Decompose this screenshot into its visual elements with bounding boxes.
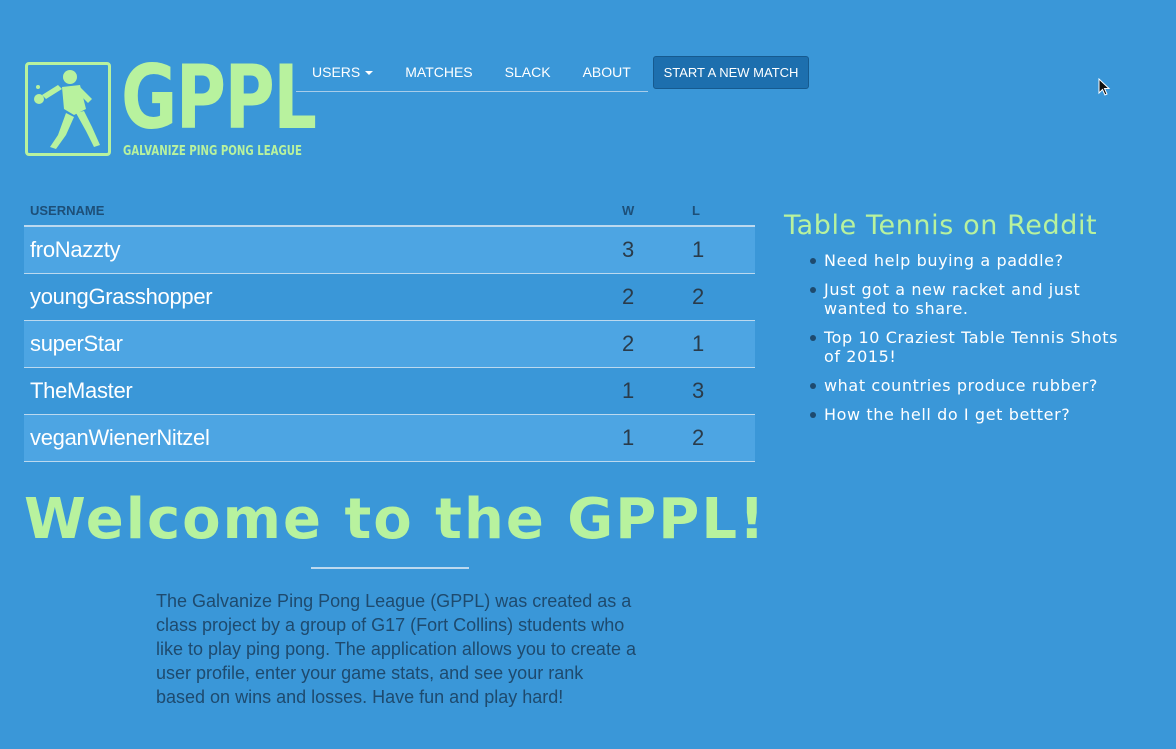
row-losses: 1 bbox=[692, 331, 705, 356]
leaderboard-table: USERNAME W L froNazzty 3 1 youngGrasshop… bbox=[24, 195, 755, 462]
row-username[interactable]: TheMaster bbox=[24, 378, 622, 404]
header-losses[interactable]: L bbox=[692, 203, 752, 218]
nav-divider bbox=[296, 91, 648, 92]
table-row[interactable]: veganWienerNitzel 1 2 bbox=[24, 415, 755, 462]
nav-slack-label: SLACK bbox=[504, 64, 551, 80]
reddit-list: Need help buying a paddle? Just got a ne… bbox=[784, 251, 1164, 424]
nav-matches-label: MATCHES bbox=[405, 64, 473, 80]
logo-title: GPPL bbox=[121, 46, 317, 149]
reddit-link[interactable]: what countries produce rubber? bbox=[810, 376, 1124, 395]
reddit-link[interactable]: Need help buying a paddle? bbox=[810, 251, 1124, 270]
reddit-link[interactable]: How the hell do I get better? bbox=[810, 405, 1124, 424]
nav-about[interactable]: ABOUT bbox=[567, 54, 647, 90]
page: GPPL GALVANIZE PING PONG LEAGUE USERS MA… bbox=[0, 0, 1176, 749]
nav-matches[interactable]: MATCHES bbox=[389, 54, 488, 90]
row-losses: 1 bbox=[692, 237, 705, 262]
nav-slack[interactable]: SLACK bbox=[489, 54, 567, 90]
ping-pong-player-icon bbox=[25, 62, 111, 156]
nav-users-label: USERS bbox=[312, 64, 361, 80]
start-new-match-button[interactable]: START A NEW MATCH bbox=[653, 56, 809, 89]
mouse-cursor-icon bbox=[1098, 77, 1112, 103]
row-wins: 1 bbox=[622, 425, 635, 450]
row-username[interactable]: froNazzty bbox=[24, 237, 622, 263]
table-row[interactable]: youngGrasshopper 2 2 bbox=[24, 274, 755, 321]
table-row[interactable]: froNazzty 3 1 bbox=[24, 227, 755, 274]
table-header: USERNAME W L bbox=[24, 195, 755, 227]
row-username[interactable]: youngGrasshopper bbox=[24, 284, 622, 310]
reddit-title: Table Tennis on Reddit bbox=[784, 210, 1098, 241]
row-wins: 2 bbox=[622, 331, 635, 356]
header-username[interactable]: USERNAME bbox=[24, 203, 622, 218]
intro-paragraph: The Galvanize Ping Pong League (GPPL) wa… bbox=[156, 591, 636, 707]
logo-subtitle: GALVANIZE PING PONG LEAGUE bbox=[123, 144, 302, 159]
row-losses: 3 bbox=[692, 378, 705, 403]
reddit-panel: Table Tennis on Reddit Need help buying … bbox=[784, 210, 1164, 434]
welcome-heading: Welcome to the GPPL! bbox=[24, 487, 767, 552]
row-wins: 3 bbox=[622, 237, 635, 262]
nav-users-dropdown[interactable]: USERS bbox=[296, 54, 389, 90]
main-nav: USERS MATCHES SLACK ABOUT bbox=[296, 52, 647, 92]
welcome-divider bbox=[311, 567, 469, 569]
header-wins[interactable]: W bbox=[622, 203, 692, 218]
row-wins: 1 bbox=[622, 378, 635, 403]
row-username[interactable]: superStar bbox=[24, 331, 622, 357]
row-username[interactable]: veganWienerNitzel bbox=[24, 425, 622, 451]
table-body: froNazzty 3 1 youngGrasshopper 2 2 super… bbox=[24, 227, 755, 462]
logo[interactable]: GPPL GALVANIZE PING PONG LEAGUE bbox=[25, 54, 317, 162]
reddit-link[interactable]: Just got a new racket and just wanted to… bbox=[810, 280, 1124, 318]
row-losses: 2 bbox=[692, 425, 705, 450]
table-row[interactable]: TheMaster 1 3 bbox=[24, 368, 755, 415]
table-row[interactable]: superStar 2 1 bbox=[24, 321, 755, 368]
chevron-down-icon bbox=[365, 71, 374, 75]
nav-about-label: ABOUT bbox=[582, 64, 631, 80]
row-losses: 2 bbox=[692, 284, 705, 309]
reddit-link[interactable]: Top 10 Craziest Table Tennis Shots of 20… bbox=[810, 328, 1124, 366]
row-wins: 2 bbox=[622, 284, 635, 309]
